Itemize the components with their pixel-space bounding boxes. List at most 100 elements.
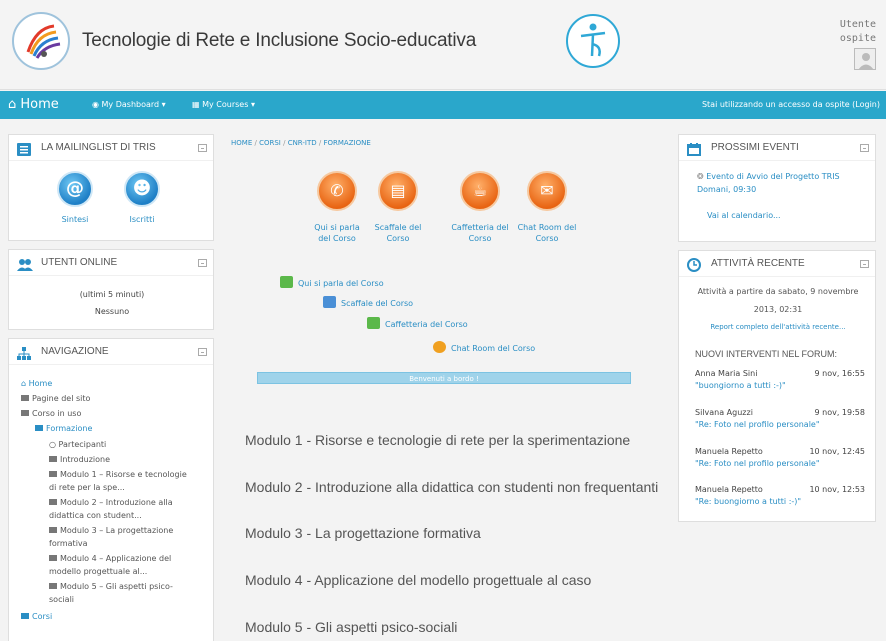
collapse-icon[interactable] (198, 348, 207, 356)
activity-link[interactable]: Caffetteria del Corso (367, 317, 468, 329)
folder-icon (49, 471, 57, 477)
post-date: 10 nov, 12:45 (809, 447, 865, 456)
nav-tree-module-1[interactable]: Modulo 1 – Risorse e tecnologie (49, 469, 187, 480)
breadcrumb-item[interactable]: HOME (231, 139, 252, 147)
collapse-icon[interactable] (198, 144, 207, 152)
breadcrumb-item[interactable]: CORSI (259, 139, 281, 147)
nav-tree-current-course[interactable]: Corso in uso (21, 408, 81, 419)
nav-tree-home[interactable]: ⌂ Home (21, 378, 52, 389)
calendar-link[interactable]: Vai al calendario... (707, 211, 781, 220)
nav-tree-module-4-cont[interactable]: modello progettuale al... (49, 566, 147, 577)
mailinglist-summary-link[interactable]: Sintesi (53, 215, 97, 224)
event-date-link[interactable]: Domani, 09:30 (697, 185, 756, 194)
collapse-icon[interactable] (860, 144, 869, 152)
block-title: UTENTI ONLINE (41, 257, 118, 268)
post-subject-link[interactable]: "Re: Foto nel profilo personale" (695, 458, 820, 469)
nav-dashboard-label: My Dashboard (101, 100, 160, 109)
module-3-title[interactable]: Modulo 3 - La progettazione formativa (245, 525, 481, 541)
coffee-icon[interactable]: ☕ (460, 171, 500, 211)
mailinglist-subscribers-link[interactable]: Iscritti (120, 215, 164, 224)
module-5-title[interactable]: Modulo 5 - Gli aspetti psico-sociali (245, 619, 457, 635)
block-title: PROSSIMI EVENTI (711, 142, 799, 153)
site-logo[interactable] (12, 12, 70, 70)
block-title: ATTIVITÀ RECENTE (711, 258, 805, 269)
book-icon[interactable]: ▤ (378, 171, 418, 211)
caret-down-icon: ▾ (161, 100, 166, 109)
big-icon-label[interactable]: Scaffale del Corso (368, 222, 428, 244)
user-role: ospite (839, 33, 876, 44)
user-menu[interactable]: Utente ospite (840, 18, 876, 76)
collapse-icon[interactable] (198, 259, 207, 267)
breadcrumb-item[interactable]: FORMAZIONE (323, 139, 370, 147)
big-icon-label[interactable]: Chat Room del Corso (517, 222, 577, 244)
chat-icon[interactable]: ✉ (527, 171, 567, 211)
nav-courses-label: My Courses (202, 100, 249, 109)
nav-tree-courses[interactable]: Corsi (21, 611, 52, 622)
megaphone-icon[interactable]: ✆ (317, 171, 357, 211)
nav-tree-module-5-cont[interactable]: sociali (49, 594, 74, 605)
forum-icon (280, 276, 293, 288)
module-2-title[interactable]: Modulo 2 - Introduzione alla didattica c… (245, 479, 658, 495)
nav-tree-module-3[interactable]: Modulo 3 – La progettazione (49, 525, 173, 536)
guest-login-notice[interactable]: Stai utilizzando un accesso da ospite (L… (702, 91, 880, 119)
nav-tree-module-4[interactable]: Modulo 4 – Applicazione del (49, 553, 171, 564)
at-icon[interactable]: @ (57, 171, 93, 207)
nav-tree-module-1-cont[interactable]: di rete per la spe... (49, 482, 125, 493)
avatar[interactable] (854, 48, 876, 70)
breadcrumb: HOME / CORSI / CNR-ITD / FORMAZIONE (231, 139, 371, 147)
big-icon-label[interactable]: Qui si parla del Corso (307, 222, 367, 244)
nav-tree-module-5[interactable]: Modulo 5 – Gli aspetti psico- (49, 581, 173, 592)
mailinglist-block: LA MAILINGLIST DI TRIS @ ☻ Sintesi Iscri… (8, 134, 214, 241)
nav-tree-site-pages[interactable]: Pagine del sito (21, 393, 90, 404)
courses-icon: ▦ (192, 100, 200, 109)
nav-tree-participants[interactable]: ○ Partecipanti (49, 439, 106, 450)
nav-home-link[interactable]: ⌂ Home (8, 91, 59, 119)
nav-dashboard-menu[interactable]: ◉ My Dashboard ▾ (92, 91, 166, 119)
full-report-link[interactable]: Report completo dell'attività recente... (679, 323, 877, 331)
post-subject-link[interactable]: "Re: Foto nel profilo personale" (695, 419, 820, 430)
online-users-block: UTENTI ONLINE (ultimi 5 minuti) Nessuno (8, 249, 214, 330)
collapse-icon[interactable] (860, 260, 869, 268)
post-date: 9 nov, 16:55 (814, 369, 865, 378)
block-header: ATTIVITÀ RECENTE (679, 251, 875, 277)
home-icon: ⌂ (21, 379, 29, 388)
nav-tree-module-2-cont[interactable]: didattica con student... (49, 510, 142, 521)
nav-tree-module-3-cont[interactable]: formativa (49, 538, 88, 549)
folder-icon (21, 395, 29, 401)
block-header: NAVIGAZIONE (9, 339, 213, 365)
users-icon (17, 256, 33, 271)
module-1-title[interactable]: Modulo 1 - Risorse e tecnologie di rete … (245, 432, 630, 448)
site-header: Tecnologie di Rete e Inclusione Socio-ed… (0, 0, 886, 90)
nav-tree-module-2[interactable]: Modulo 2 – Introduzione alla (49, 497, 173, 508)
dashboard-icon: ◉ (92, 100, 99, 109)
home-icon: ⌂ (8, 97, 17, 112)
site-title[interactable]: Tecnologie di Rete e Inclusione Socio-ed… (82, 30, 476, 52)
nav-courses-menu[interactable]: ▦ My Courses ▾ (192, 91, 255, 119)
big-icon-label[interactable]: Caffetteria del Corso (450, 222, 510, 244)
module-4-title[interactable]: Modulo 4 - Applicazione del modello prog… (245, 572, 591, 588)
event-link[interactable]: ❂ Evento di Avvio del Progetto TRIS (697, 171, 840, 183)
post-subject-link[interactable]: "buongiorno a tutti :-)" (695, 380, 786, 391)
recent-since: Attività a partire da sabato, 9 novembre (697, 287, 859, 296)
circle-icon: ○ (49, 440, 59, 449)
post-subject-link[interactable]: "Re: buongiorno a tutti :-)" (695, 496, 801, 507)
users-icon[interactable]: ☻ (124, 171, 160, 207)
block-header: PROSSIMI EVENTI (679, 135, 875, 161)
breadcrumb-item[interactable]: CNR-ITD (288, 139, 317, 147)
user-label: Utente (839, 19, 876, 30)
activity-link[interactable]: Chat Room del Corso (433, 341, 535, 353)
nav-tree-intro[interactable]: Introduzione (49, 454, 110, 465)
activity-link[interactable]: Qui si parla del Corso (280, 276, 384, 288)
online-period: (ultimi 5 minuti) (79, 290, 145, 299)
post-author: Manuela Repetto (695, 447, 763, 456)
nav-tree-course[interactable]: Formazione (35, 423, 92, 434)
recent-since-time: 2013, 02:31 (753, 305, 803, 314)
post-author: Manuela Repetto (695, 485, 763, 494)
activity-link[interactable]: Scaffale del Corso (323, 296, 413, 308)
accessibility-emblem-icon (566, 14, 620, 68)
upcoming-events-block: PROSSIMI EVENTI ❂ Evento di Avvio del Pr… (678, 134, 876, 242)
welcome-banner: Benvenuti a bordo ! (257, 372, 631, 384)
folder-icon (49, 583, 57, 589)
clock-icon (687, 257, 701, 272)
post-date: 10 nov, 12:53 (809, 485, 865, 494)
